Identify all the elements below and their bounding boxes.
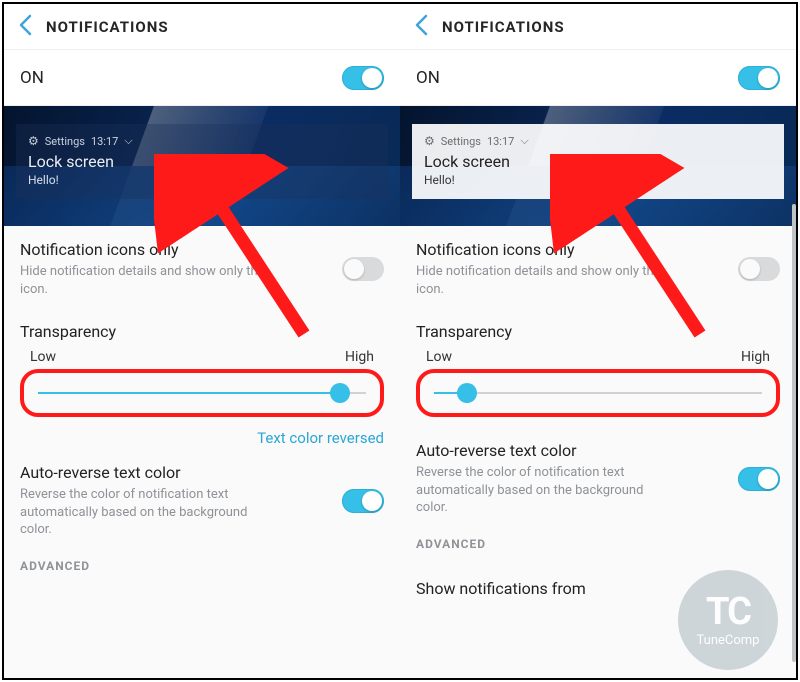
settings-icon: ⚙ — [28, 134, 39, 148]
auto-reverse-title: Auto-reverse text color — [20, 463, 280, 482]
transparency-slider-highlight — [20, 369, 384, 417]
preview-body: Hello! — [28, 173, 376, 187]
transparency-slider[interactable] — [38, 383, 366, 403]
preview-body: Hello! — [424, 173, 772, 187]
icons-only-sub: Hide notification details and show only … — [20, 263, 280, 298]
auto-reverse-toggle[interactable] — [738, 467, 780, 491]
transparency-low-label: Low — [30, 349, 56, 365]
transparency-section: Transparency Low High — [400, 312, 796, 423]
icons-only-title: Notification icons only — [416, 240, 676, 259]
advanced-header: ADVANCED — [4, 553, 400, 589]
icons-only-toggle[interactable] — [738, 257, 780, 281]
settings-icon: ⚙ — [424, 134, 435, 148]
page-title: NOTIFICATIONS — [46, 18, 169, 36]
on-row: ON — [4, 50, 400, 106]
auto-reverse-sub: Reverse the color of notification text a… — [20, 486, 280, 539]
transparency-slider-highlight — [416, 369, 780, 417]
text-color-reversed-label: Text color reversed — [4, 423, 400, 449]
auto-reverse-toggle[interactable] — [342, 489, 384, 513]
back-icon[interactable] — [18, 14, 32, 40]
icons-only-row[interactable]: Notification icons only Hide notificatio… — [400, 226, 796, 312]
preview-time: 13:17 — [487, 135, 514, 148]
watermark-abbr: TC — [706, 593, 750, 631]
left-screenshot: NOTIFICATIONS ON ⚙ Settings 13:17 ⌵ Lock… — [4, 4, 400, 678]
transparency-low-label: Low — [426, 349, 452, 365]
notification-preview: ⚙ Settings 13:17 ⌵ Lock screen Hello! — [4, 106, 400, 226]
watermark-name: TuneComp — [697, 633, 760, 648]
transparency-section: Transparency Low High — [4, 312, 400, 423]
auto-reverse-sub: Reverse the color of notification text a… — [416, 464, 676, 517]
preview-title: Lock screen — [424, 152, 772, 171]
preview-card: ⚙ Settings 13:17 ⌵ Lock screen Hello! — [412, 124, 784, 199]
back-icon[interactable] — [414, 14, 428, 40]
auto-reverse-title: Auto-reverse text color — [416, 441, 676, 460]
on-label: ON — [416, 68, 440, 88]
right-screenshot: NOTIFICATIONS ON ⚙ Settings 13:17 ⌵ Lock… — [400, 4, 796, 678]
transparency-slider[interactable] — [434, 383, 762, 403]
icons-only-row[interactable]: Notification icons only Hide notificatio… — [4, 226, 400, 312]
preview-app: Settings — [441, 135, 481, 148]
show-notifications-from[interactable]: Show notifications from — [400, 567, 796, 598]
preview-time: 13:17 — [91, 135, 118, 148]
notifications-toggle[interactable] — [342, 66, 384, 90]
preview-app: Settings — [45, 135, 85, 148]
page-title: NOTIFICATIONS — [442, 18, 565, 36]
app-header: NOTIFICATIONS — [400, 4, 796, 50]
auto-reverse-row[interactable]: Auto-reverse text color Reverse the colo… — [400, 423, 796, 531]
auto-reverse-row[interactable]: Auto-reverse text color Reverse the colo… — [4, 449, 400, 553]
advanced-header: ADVANCED — [400, 531, 796, 567]
transparency-title: Transparency — [20, 322, 384, 341]
preview-meta: ⚙ Settings 13:17 ⌵ — [424, 134, 772, 148]
on-row: ON — [400, 50, 796, 106]
on-label: ON — [20, 68, 44, 88]
chevron-down-icon: ⌵ — [520, 134, 528, 148]
transparency-high-label: High — [741, 349, 770, 365]
preview-card: ⚙ Settings 13:17 ⌵ Lock screen Hello! — [16, 124, 388, 199]
icons-only-title: Notification icons only — [20, 240, 280, 259]
icons-only-sub: Hide notification details and show only … — [416, 263, 676, 298]
notification-preview: ⚙ Settings 13:17 ⌵ Lock screen Hello! — [400, 106, 796, 226]
chevron-down-icon: ⌵ — [124, 134, 132, 148]
notifications-toggle[interactable] — [738, 66, 780, 90]
preview-meta: ⚙ Settings 13:17 ⌵ — [28, 134, 376, 148]
transparency-title: Transparency — [416, 322, 780, 341]
transparency-high-label: High — [345, 349, 374, 365]
icons-only-toggle[interactable] — [342, 257, 384, 281]
preview-title: Lock screen — [28, 152, 376, 171]
scrollbar[interactable] — [792, 204, 796, 662]
app-header: NOTIFICATIONS — [4, 4, 400, 50]
